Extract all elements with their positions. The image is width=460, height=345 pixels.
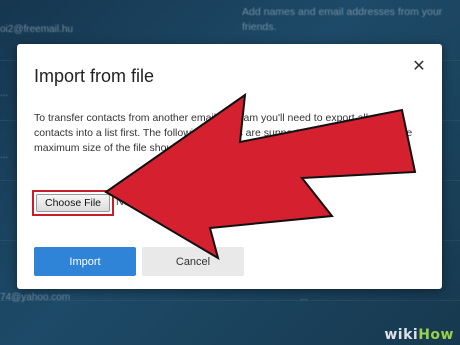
- cancel-button[interactable]: Cancel: [142, 247, 244, 276]
- background-contact-fragment: ...: [0, 88, 9, 99]
- background-contact-fragment: ...: [0, 150, 9, 161]
- background-contact-fragment: 74@yahoo.com: [0, 292, 71, 303]
- close-icon[interactable]: ✕: [410, 58, 428, 76]
- background-contact-email: oi2@freemail.hu: [0, 24, 73, 35]
- no-file-chosen-label: No file chosen: [116, 196, 183, 208]
- import-button[interactable]: Import: [34, 247, 136, 276]
- dialog-description: To transfer contacts from another email …: [34, 112, 413, 154]
- dialog-title: Import from file: [34, 66, 155, 86]
- background-tip-text: Add names and email addresses from your …: [242, 6, 443, 33]
- import-dialog: Import from file ✕ To transfer contacts …: [17, 44, 442, 289]
- background-contact-fragment: ...: [300, 292, 309, 303]
- choose-file-button[interactable]: Choose File: [36, 194, 110, 212]
- wikihow-watermark: wikiHow: [384, 327, 454, 343]
